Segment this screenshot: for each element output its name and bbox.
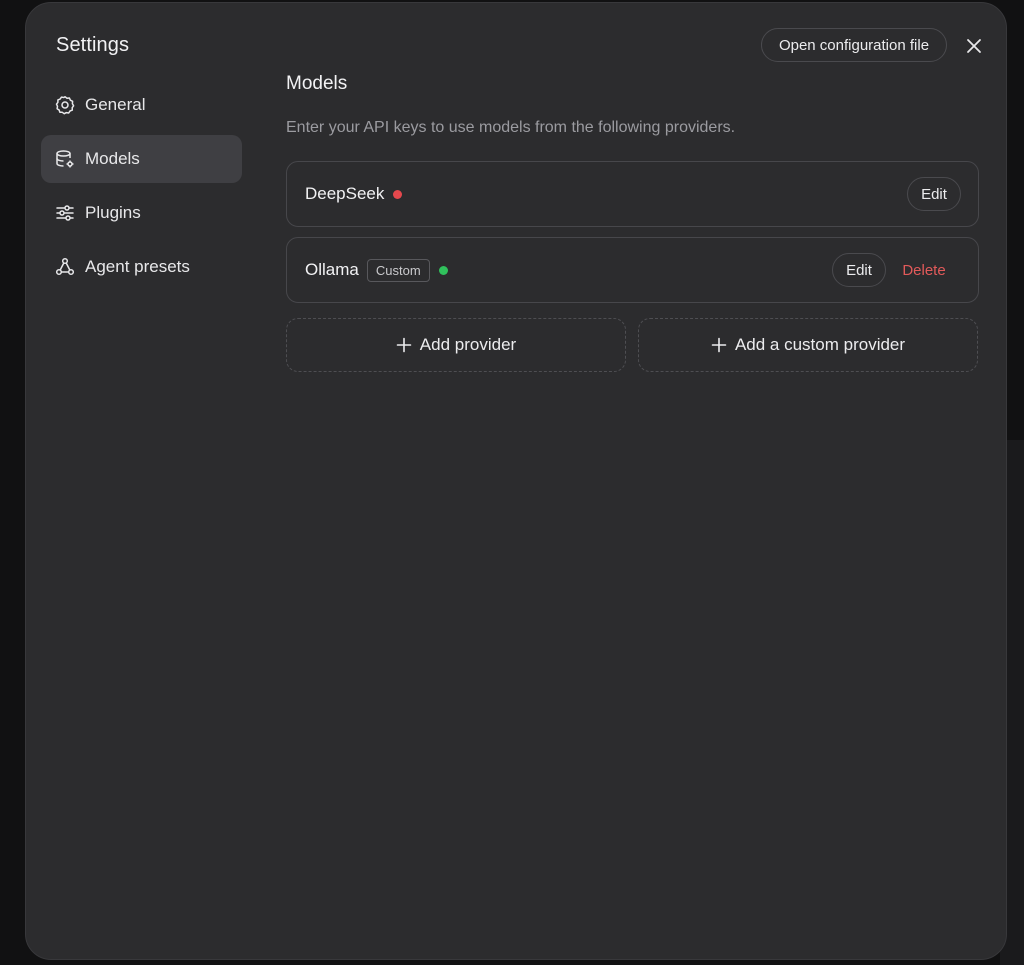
close-icon <box>967 39 981 53</box>
provider-name: DeepSeek <box>305 184 385 203</box>
page-description: Enter your API keys to use models from t… <box>286 119 736 136</box>
add-provider-button[interactable]: Add provider <box>286 318 626 372</box>
open-config-button[interactable]: Open configuration file <box>761 28 947 62</box>
sidebar-item-label: Models <box>85 149 140 168</box>
edit-button[interactable]: Edit <box>832 253 886 287</box>
sidebar-item-agent-presets[interactable]: Agent presets <box>41 243 242 291</box>
sidebar-item-plugins[interactable]: Plugins <box>41 189 242 237</box>
plus-icon <box>396 337 412 353</box>
add-provider-label: Add provider <box>419 335 517 354</box>
agent-network-icon <box>55 257 75 277</box>
database-gear-icon <box>55 149 75 169</box>
status-dot <box>438 265 448 275</box>
sidebar-item-label: Agent presets <box>85 257 190 276</box>
close-button[interactable] <box>963 35 985 57</box>
models-panel: Models Enter your API keys to use models… <box>286 73 979 372</box>
sliders-icon <box>55 203 75 223</box>
custom-tag: Custom <box>366 258 430 282</box>
page-title: Models <box>286 73 348 94</box>
add-custom-provider-button[interactable]: Add a custom provider <box>638 318 978 372</box>
sidebar-item-general[interactable]: General <box>41 81 242 129</box>
settings-sidebar: General Models Plugins Agent presets <box>41 81 242 297</box>
plus-icon <box>711 337 727 353</box>
edit-button[interactable]: Edit <box>907 177 961 211</box>
sidebar-item-models[interactable]: Models <box>41 135 242 183</box>
settings-dialog: Settings Open configuration file General <box>25 2 1007 960</box>
add-provider-row: Add provider Add a custom provider <box>286 318 979 372</box>
sidebar-item-label: General <box>85 95 146 114</box>
sidebar-item-label: Plugins <box>85 203 141 222</box>
provider-name: Ollama <box>305 260 359 279</box>
add-custom-provider-label: Add a custom provider <box>734 335 906 354</box>
delete-button[interactable]: Delete <box>891 253 957 287</box>
status-dot <box>393 189 403 199</box>
provider-card-deepseek: DeepSeek Edit <box>286 161 979 227</box>
dialog-title: Settings <box>56 34 130 56</box>
provider-card-ollama: Ollama Custom Edit Delete <box>286 237 979 303</box>
gear-icon <box>55 95 75 115</box>
